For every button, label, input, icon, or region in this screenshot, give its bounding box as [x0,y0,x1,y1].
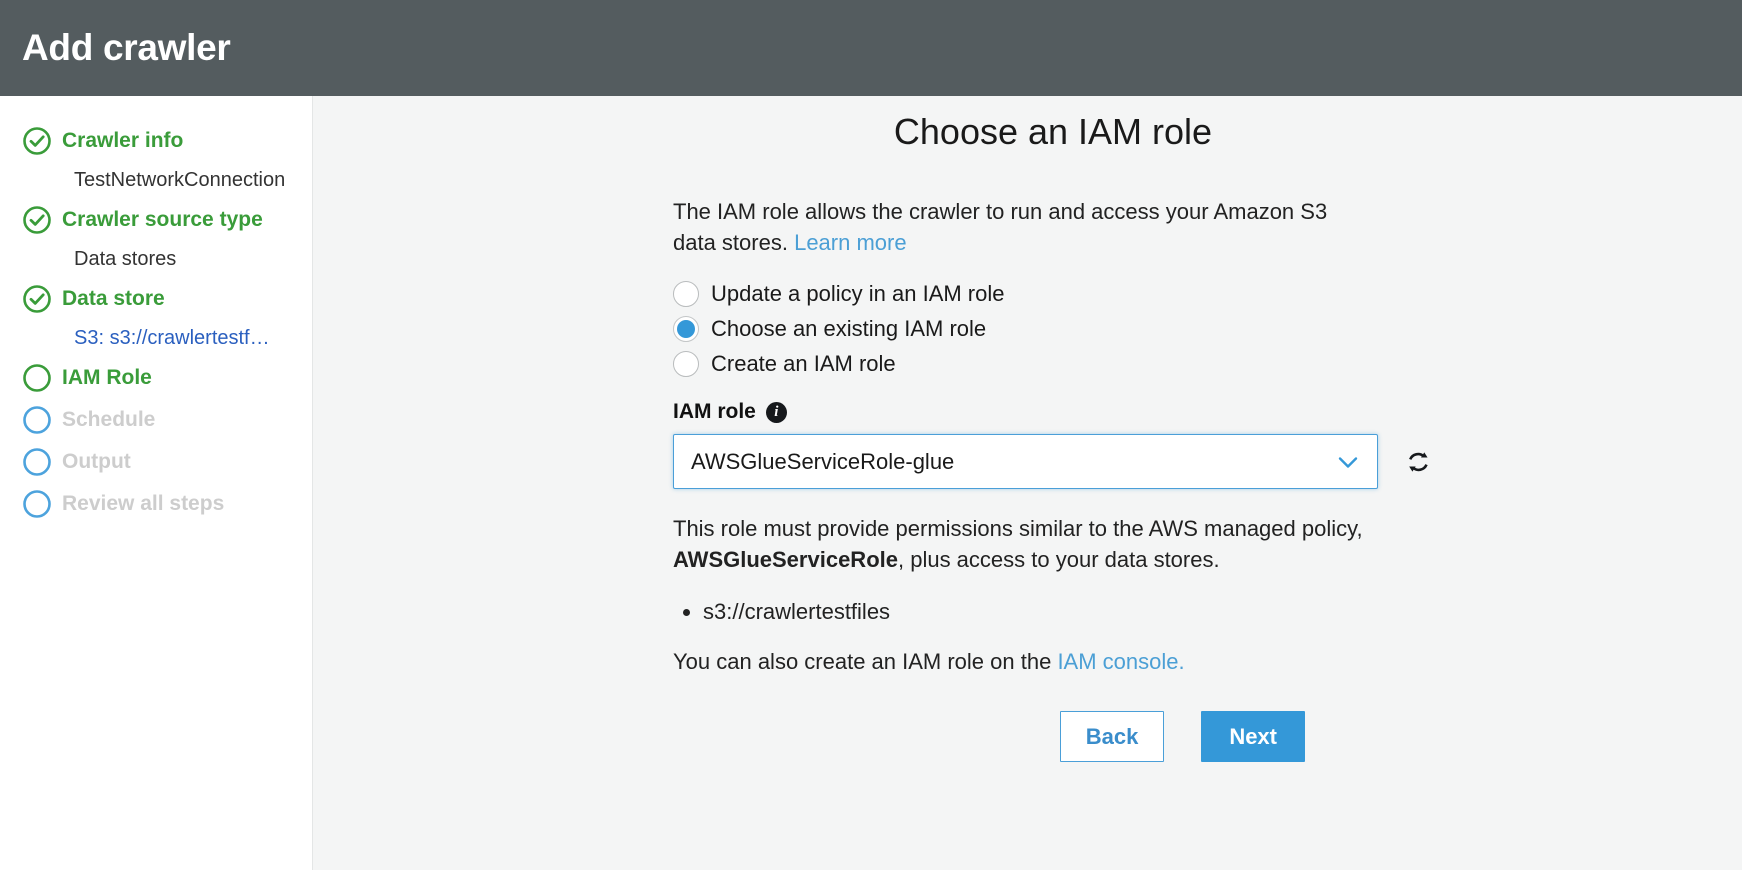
circle-icon [22,489,52,519]
radio-label[interactable]: Update a policy in an IAM role [711,280,1005,308]
radio-label[interactable]: Create an IAM role [711,350,896,378]
check-circle-icon [22,205,52,235]
page-header: Add crawler [0,0,1742,96]
sidebar-step-iam-role[interactable]: IAM Role [0,361,312,399]
radio-button[interactable] [673,351,699,377]
circle-icon [22,447,52,477]
chevron-down-icon [1335,449,1361,475]
radio-option-update-policy[interactable]: Update a policy in an IAM role [673,280,1433,308]
iam-role-select[interactable]: AWSGlueServiceRole-glue [673,434,1378,489]
iam-console-note-text: You can also create an IAM role on the [673,649,1057,674]
data-store-list: s3://crawlertestfiles [673,597,1433,627]
radio-option-create-role[interactable]: Create an IAM role [673,350,1433,378]
learn-more-link[interactable]: Learn more [794,230,907,255]
iam-console-link[interactable]: IAM console. [1057,649,1184,674]
radio-button-selected[interactable] [673,316,699,342]
check-circle-icon [22,284,52,314]
refresh-icon[interactable] [1404,447,1433,477]
sidebar-step-label: IAM Role [62,361,152,395]
intro-paragraph: The IAM role allows the crawler to run a… [673,196,1373,258]
sidebar-substep-s3-path-link[interactable]: S3: s3://crawlertestf… [0,324,312,353]
back-button[interactable]: Back [1060,711,1165,762]
role-description-bold: AWSGlueServiceRole [673,547,898,572]
page-body: Crawler info TestNetworkConnection Crawl… [0,96,1742,870]
sidebar-substep-crawler-source-type: Data stores [0,245,312,274]
main-content: Choose an IAM role The IAM role allows t… [313,96,1742,870]
wizard-sidebar: Crawler info TestNetworkConnection Crawl… [0,96,313,870]
circle-icon [22,405,52,435]
role-description-part2: , plus access to your data stores. [898,547,1220,572]
iam-role-select-row: AWSGlueServiceRole-glue [673,434,1433,489]
sidebar-step-label: Data store [62,282,165,316]
radio-button[interactable] [673,281,699,307]
role-description-part1: This role must provide permissions simil… [673,516,1363,541]
radio-option-choose-existing[interactable]: Choose an existing IAM role [673,315,1433,343]
sidebar-step-review-all-steps[interactable]: Review all steps [0,487,312,525]
wizard-buttons: Back Next [673,711,1433,762]
page-title: Add crawler [0,27,231,69]
sidebar-step-label: Review all steps [62,487,224,521]
sidebar-step-label: Schedule [62,403,155,437]
add-crawler-page: Add crawler Crawler info TestNetworkConn… [0,0,1742,870]
sidebar-step-label: Output [62,445,131,479]
iam-role-select-value: AWSGlueServiceRole-glue [691,449,954,475]
check-circle-icon [22,126,52,156]
info-icon[interactable]: i [766,402,787,423]
iam-role-field-label: IAM role i [673,400,1433,424]
field-label-text: IAM role [673,400,756,424]
iam-console-note: You can also create an IAM role on the I… [673,647,1433,677]
sidebar-substep-crawler-info: TestNetworkConnection [0,166,312,195]
sidebar-step-schedule[interactable]: Schedule [0,403,312,441]
sidebar-step-data-store[interactable]: Data store [0,282,312,320]
role-description: This role must provide permissions simil… [673,513,1393,575]
circle-icon [22,363,52,393]
next-button[interactable]: Next [1201,711,1305,762]
intro-text: The IAM role allows the crawler to run a… [673,199,1327,255]
content-heading: Choose an IAM role [673,110,1433,154]
radio-label[interactable]: Choose an existing IAM role [711,315,986,343]
sidebar-step-crawler-source-type[interactable]: Crawler source type [0,203,312,241]
list-item: s3://crawlertestfiles [703,597,1433,627]
sidebar-step-output[interactable]: Output [0,445,312,483]
sidebar-step-crawler-info[interactable]: Crawler info [0,124,312,162]
sidebar-step-label: Crawler source type [62,203,263,237]
sidebar-step-label: Crawler info [62,124,183,158]
